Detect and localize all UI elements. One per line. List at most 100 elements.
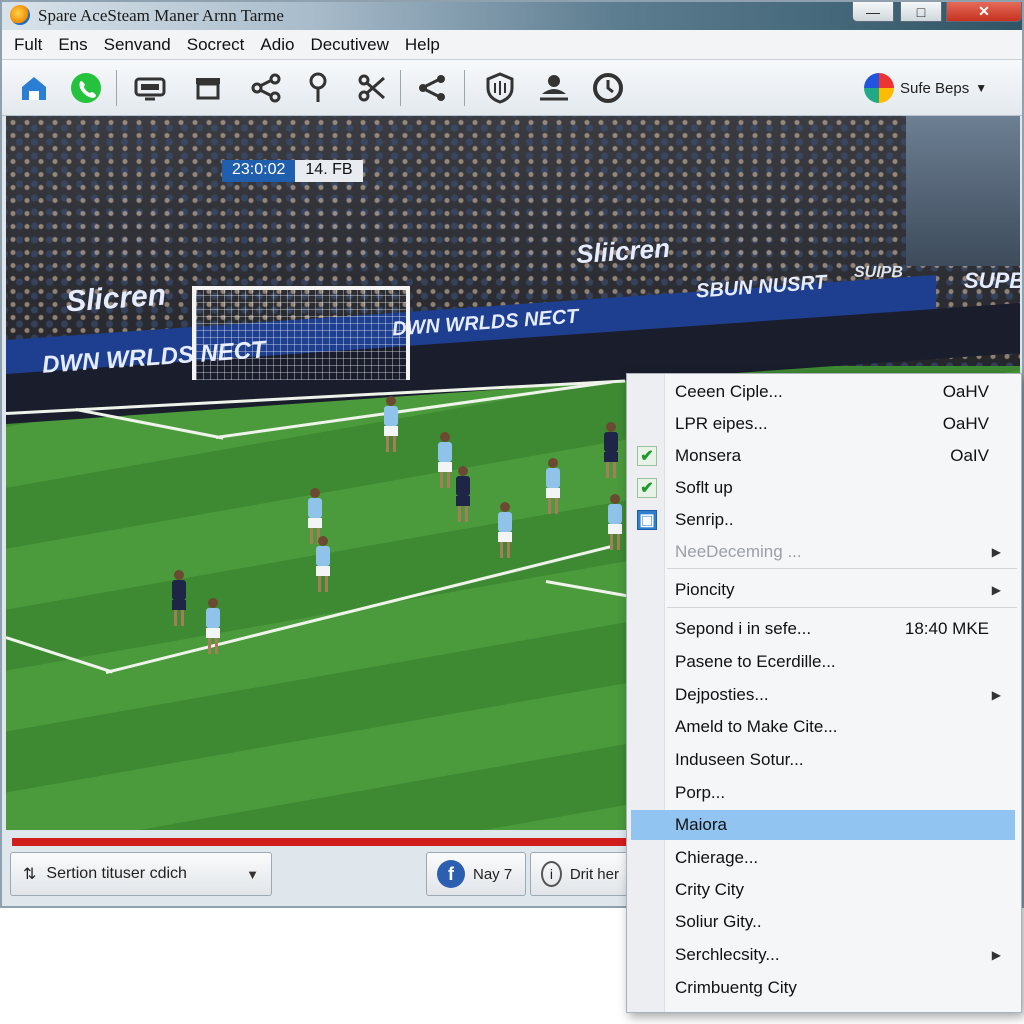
user-icon[interactable] xyxy=(536,70,572,106)
context-menu-shortcut: OaHV xyxy=(942,414,989,433)
team-label: 14. FB xyxy=(295,160,363,182)
title-bar[interactable]: Spare AceSteam Maner Arnn Tarme — □ ✕ xyxy=(2,2,1022,30)
tv-icon[interactable] xyxy=(132,70,168,106)
brand-logo-icon xyxy=(864,73,894,103)
player xyxy=(438,432,452,488)
context-menu-shortcut: OaHV xyxy=(942,382,989,401)
checkmark-icon: ✔ xyxy=(637,478,657,498)
context-menu-item[interactable]: Pioncity ▶ xyxy=(631,575,1015,605)
account-dropdown[interactable]: Sufe Beps ▼ xyxy=(864,70,987,106)
seek-bar[interactable] xyxy=(12,838,632,846)
menu-send[interactable]: Senvand xyxy=(96,35,179,55)
context-menu-item[interactable]: Pasene to Ecerdille... xyxy=(631,647,1015,677)
context-menu-item-label: Soflt up xyxy=(675,478,733,497)
context-menu-item-label: Crimbuentg City xyxy=(675,978,797,997)
context-menu-item[interactable]: Induseen Sotur... xyxy=(631,745,1015,775)
ad-text: SUIPB xyxy=(854,264,903,281)
clock-icon[interactable] xyxy=(590,70,626,106)
context-menu-item[interactable]: Serchlecsity... ▶ xyxy=(631,940,1015,970)
submenu-arrow-icon: ▶ xyxy=(991,545,1001,559)
player xyxy=(608,494,622,550)
context-menu-item[interactable]: Dejposties... ▶ xyxy=(631,680,1015,710)
menu-select[interactable]: Socrect xyxy=(179,35,253,55)
chevron-down-icon: ▼ xyxy=(246,866,259,882)
player xyxy=(316,536,330,592)
source-dropdown-label: Sertion tituser cdich xyxy=(46,865,187,882)
context-menu-item[interactable]: ✔ Soflt up xyxy=(631,473,1015,503)
match-clock: 23:0:02 xyxy=(222,160,296,182)
context-menu-item-label: Maiora xyxy=(675,815,727,834)
context-menu-item[interactable]: Crimbuentg City xyxy=(631,973,1015,1003)
submenu-arrow-icon: ▶ xyxy=(991,948,1001,962)
context-menu-item-label: Chierage... xyxy=(675,848,759,867)
submenu-arrow-icon: ▶ xyxy=(991,688,1001,702)
account-label: Sufe Beps xyxy=(900,79,970,97)
info-icon: i xyxy=(541,861,562,887)
menu-edit[interactable]: Ens xyxy=(50,35,95,55)
context-menu-item-label: Pioncity xyxy=(675,580,735,599)
context-menu-item-label: Ameld to Make Cite... xyxy=(675,717,838,736)
pin-icon[interactable] xyxy=(300,70,336,106)
screen-capture-icon: ▣ xyxy=(637,510,657,530)
home-icon[interactable] xyxy=(16,70,52,106)
share-icon[interactable] xyxy=(248,70,284,106)
menu-help[interactable]: Help xyxy=(397,35,448,55)
context-menu-item-label: LPR eipes... xyxy=(675,414,768,433)
share-alt-icon[interactable] xyxy=(414,70,450,106)
context-menu-item[interactable]: Maiora xyxy=(631,810,1015,840)
menu-file[interactable]: Fult xyxy=(6,35,50,55)
minimize-button[interactable]: — xyxy=(852,2,894,22)
context-menu-item[interactable]: Porp... xyxy=(631,778,1015,808)
context-menu-item[interactable]: ✔ Monsera OaIV xyxy=(631,441,1015,471)
context-menu-item[interactable]: Ameld to Make Cite... xyxy=(631,712,1015,742)
facebook-icon: f xyxy=(437,860,465,888)
chevron-down-icon: ▼ xyxy=(975,81,988,95)
info-button[interactable]: i Drit her xyxy=(530,852,630,896)
facebook-button-label: Nay 7 xyxy=(473,865,513,883)
context-menu-item-label: Dejposties... xyxy=(675,685,769,704)
context-menu-item[interactable]: Crity City xyxy=(631,875,1015,905)
context-menu-shortcut: OaIV xyxy=(950,446,989,465)
toolbar-separator xyxy=(116,70,117,106)
shield-icon[interactable] xyxy=(482,70,518,106)
scissors-icon[interactable] xyxy=(354,70,390,106)
toolbar-separator xyxy=(400,70,401,106)
menu-view[interactable]: Decutivew xyxy=(302,35,396,55)
player xyxy=(604,422,618,478)
maximize-button[interactable]: □ xyxy=(900,2,942,22)
whatsapp-icon[interactable] xyxy=(68,70,104,106)
screen-icon[interactable] xyxy=(190,70,226,106)
context-menu-item-label: Soliur Gity.. xyxy=(675,912,762,931)
ad-text: Sliicren xyxy=(575,232,671,270)
close-button[interactable]: ✕ xyxy=(946,2,1022,22)
source-dropdown[interactable]: ⇅ Sertion tituser cdich ▼ xyxy=(10,852,272,896)
context-menu-item-label: Porp... xyxy=(675,783,726,802)
player xyxy=(456,466,470,522)
submenu-arrow-icon: ▶ xyxy=(991,583,1001,597)
scorebug: 23:0:02 14. FB xyxy=(222,160,363,182)
context-menu-item-label: Crity City xyxy=(675,880,744,899)
player xyxy=(172,570,186,626)
info-button-label: Drit her xyxy=(569,865,619,883)
context-menu-item[interactable]: Chierage... xyxy=(631,843,1015,873)
toolbar: Sufe Beps ▼ xyxy=(2,60,1022,116)
context-menu-item-label: Induseen Sotur... xyxy=(675,750,804,769)
context-menu-item[interactable]: Sepond i in sefe... 18:40 MKE xyxy=(631,614,1015,644)
context-menu: Ceeen Ciple... OaHV LPR eipes... OaHV ✔ Monse… xyxy=(626,373,1022,1013)
context-menu-item[interactable]: LPR eipes... OaHV xyxy=(631,409,1015,439)
menu-audio[interactable]: Adio xyxy=(252,35,302,55)
player xyxy=(546,458,560,514)
context-menu-item[interactable]: Ceeen Ciple... OaHV xyxy=(631,377,1015,407)
goal-net xyxy=(192,286,410,380)
context-menu-item-label: Pasene to Ecerdille... xyxy=(675,652,836,671)
ad-text: Slicren xyxy=(64,278,168,319)
player xyxy=(206,598,220,654)
context-menu-item-label: Monsera xyxy=(675,446,742,465)
player xyxy=(498,502,512,558)
context-menu-item[interactable]: Soliur Gity.. xyxy=(631,907,1015,937)
menu-bar: Fult Ens Senvand Socrect Adio Decutivew … xyxy=(2,30,1022,60)
menu-separator xyxy=(667,568,1017,569)
facebook-button[interactable]: f Nay 7 xyxy=(426,852,526,896)
context-menu-item-label: Senrip.. xyxy=(675,510,734,529)
context-menu-item[interactable]: ▣ Senrip.. xyxy=(631,505,1015,535)
